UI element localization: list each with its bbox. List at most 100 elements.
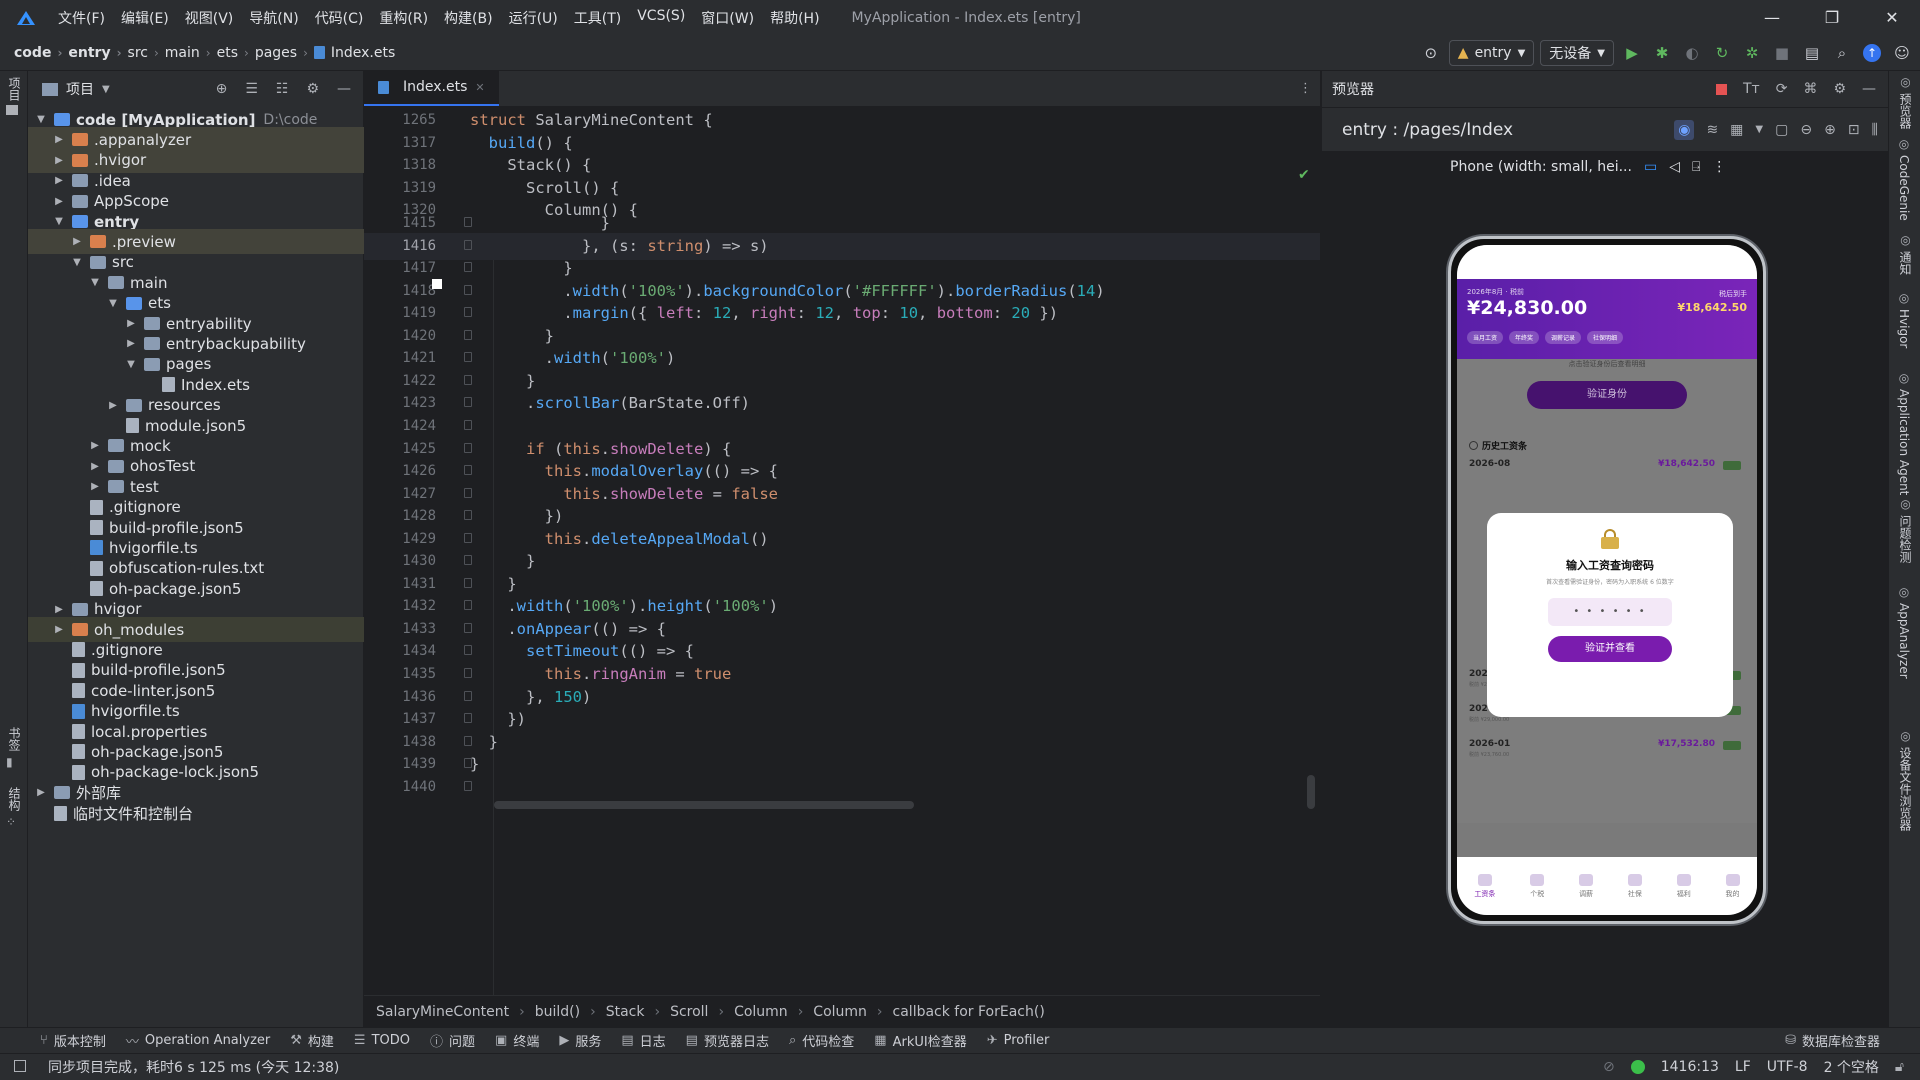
chevron-down-icon[interactable]: ▼ [124,359,138,370]
menu-item[interactable]: 帮助(H) [762,8,827,28]
ruler-icon[interactable]: ⫼ [1872,122,1878,138]
chevron-right-icon[interactable]: ▶ [124,318,138,329]
menu-item[interactable]: 窗口(W) [693,8,762,28]
fold-marker-icon[interactable] [464,329,472,340]
chevron-right-icon[interactable]: ▶ [52,175,66,186]
chevron-right-icon[interactable]: ▶ [124,338,138,349]
zoom-in-icon[interactable]: ⊕ [1824,122,1836,138]
fold-marker-icon[interactable] [464,758,472,769]
fold-marker-icon[interactable] [464,622,472,633]
fold-marker-icon[interactable] [464,239,472,250]
structure-tool-tab[interactable]: 结构 ⁘ [6,787,23,829]
profiler-run-icon[interactable]: ✲ [1740,41,1764,65]
breadcrumb-item[interactable]: Index.ets [313,45,395,61]
layers-icon[interactable]: ≋ [1706,122,1718,138]
menu-item[interactable]: 代码(C) [307,8,372,28]
locate-icon[interactable]: ⊙ [1419,41,1443,65]
chevron-down-icon[interactable]: ▼ [70,257,84,268]
tree-row[interactable]: 临时文件和控制台 [28,801,364,826]
right-tool-tab[interactable]: ◎ 预览器 [1897,75,1914,129]
app-nav-item[interactable]: 个税 [1530,873,1545,899]
menu-item[interactable]: 导航(N) [241,8,306,28]
debug-icon[interactable]: ✱ [1650,41,1674,65]
bottom-tool-7[interactable]: ▤ 日志 [621,1031,665,1050]
more-icon[interactable]: ⋮ [1712,159,1726,175]
lock-icon[interactable]: 🔓︎ [1895,1059,1904,1075]
zoom-out-icon[interactable]: ⊖ [1800,122,1812,138]
chevron-right-icon[interactable]: ▶ [52,134,66,145]
maximize-button[interactable]: ❐ [1804,0,1860,35]
settings-icon[interactable]: ⚙ [1833,81,1846,97]
search-icon[interactable]: ⌕ [1830,41,1854,65]
stop-icon[interactable]: ■ [1770,41,1794,65]
database-inspector-tool[interactable]: ⛁ 数据库检查器 [1785,1031,1920,1050]
device-manager-icon[interactable]: ▤ [1800,41,1824,65]
select-opened-file-icon[interactable]: ⊕ [216,81,228,97]
right-tool-tab[interactable]: ◎ CodeGenie [1897,137,1911,221]
fold-marker-icon[interactable] [464,419,472,430]
device-select[interactable]: 无设备 ▼ [1540,40,1614,66]
chevron-right-icon[interactable]: ▶ [52,624,66,635]
close-button[interactable]: ✕ [1864,0,1920,35]
banner-chip[interactable]: 年终奖 [1509,331,1540,344]
panel-toggle-icon[interactable] [14,1060,26,1072]
fold-marker-icon[interactable] [464,555,472,566]
back-icon[interactable]: ◁ [1669,159,1680,175]
code-breadcrumb-item[interactable]: callback for ForEach() [893,1004,1045,1020]
fold-marker-icon[interactable] [464,690,472,701]
code-area[interactable]: 1265 struct SalaryMineContent {1317 build… [364,71,1320,997]
chevron-right-icon[interactable]: ▶ [52,155,66,166]
breadcrumb-item[interactable]: main › [165,45,217,61]
apply-changes-icon[interactable]: ↻ [1710,41,1734,65]
code-breadcrumb-item[interactable]: SalaryMineContent [376,1004,509,1020]
attach-debugger-icon[interactable]: ◐ [1680,41,1704,65]
rotate-icon[interactable]: ⍈ [1692,159,1700,175]
breadcrumb-item[interactable]: ets › [217,45,255,61]
right-tool-tab[interactable]: ◎ 通知 [1897,233,1914,275]
bottom-tool-1[interactable]: 〰 Operation Analyzer [126,1031,270,1050]
horizontal-scrollbar[interactable] [494,801,914,809]
bottom-tool-9[interactable]: ⌕ 代码检查 [789,1031,854,1050]
code-line[interactable]: .margin({ left: 12, right: 12, top: 10, … [470,300,1058,327]
device-frame-icon[interactable]: ▭ [1644,159,1657,175]
right-tool-tab[interactable]: ◎ 设备文件浏览器 [1897,729,1914,831]
fold-marker-icon[interactable] [464,600,472,611]
fold-marker-icon[interactable] [464,510,472,521]
file-encoding[interactable]: UTF-8 [1767,1059,1808,1075]
right-tool-tab[interactable]: ◎ AppAnalyzer [1897,585,1911,679]
app-nav-item[interactable]: 社保 [1627,873,1642,899]
no-power-save-icon[interactable]: ⊘ [1603,1059,1615,1075]
bottom-tool-8[interactable]: ▤ 预览器日志 [686,1031,769,1050]
chevron-right-icon[interactable]: ▶ [70,236,84,247]
refresh-icon[interactable]: ⟳ [1776,81,1788,97]
breadcrumb-item[interactable]: code › [14,45,68,61]
bottom-tool-5[interactable]: ▣ 终端 [495,1031,539,1050]
fold-marker-icon[interactable] [464,645,472,656]
bottom-tool-3[interactable]: ☰ TODO [354,1033,410,1048]
expand-all-icon[interactable]: ☰ [245,81,258,97]
chevron-right-icon[interactable]: ▶ [88,461,102,472]
bottom-tool-0[interactable]: ⑂ 版本控制 [40,1031,106,1050]
right-tool-tab[interactable]: ◎ Hvigor [1897,291,1911,348]
menu-item[interactable]: 运行(U) [501,8,566,28]
run-icon[interactable]: ▶ [1620,41,1644,65]
fold-marker-icon[interactable] [464,713,472,724]
chevron-down-icon[interactable]: ▼ [34,114,48,125]
project-tool-tab[interactable]: 项目 [6,77,23,115]
fold-marker-icon[interactable] [464,217,472,227]
stop-preview-icon[interactable] [1715,83,1727,95]
menu-item[interactable]: 构建(B) [436,8,501,28]
password-input[interactable]: • • • • • • [1548,598,1672,626]
fold-marker-icon[interactable] [464,442,472,453]
text-size-icon[interactable]: Tт [1743,81,1760,97]
run-config-select[interactable]: ▲ entry ▼ [1448,40,1535,66]
banner-chip[interactable]: 调薪记录 [1545,331,1582,344]
code-breadcrumb-item[interactable]: Stack [606,1004,645,1020]
device-label[interactable]: Phone (width: small, hei... [1450,159,1632,175]
app-nav-item[interactable]: 调薪 [1579,873,1594,899]
code-breadcrumb-item[interactable]: Scroll [670,1004,708,1020]
account-icon[interactable]: ☺ [1890,41,1914,65]
fold-marker-icon[interactable] [464,780,472,791]
menu-item[interactable]: 视图(V) [177,8,242,28]
fold-marker-icon[interactable] [464,374,472,385]
